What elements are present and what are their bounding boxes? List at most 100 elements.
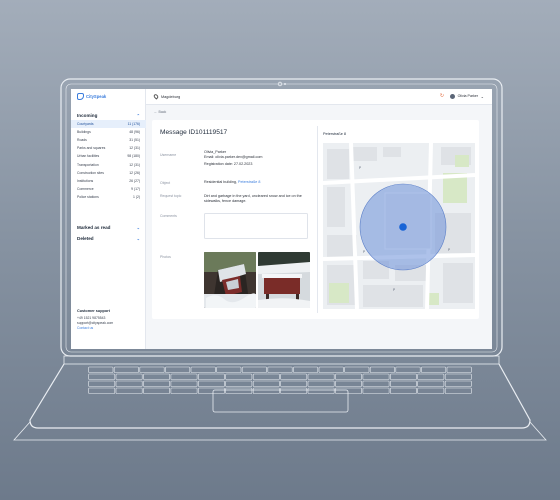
sidebar-item-parks[interactable]: Parks and squares 12 (31) xyxy=(71,144,146,152)
message-card: Message ID101119517 Username Olivia_Park… xyxy=(152,120,479,319)
keyboard-key xyxy=(88,387,116,394)
sidebar-item-commerce[interactable]: Commerce 9 (17) xyxy=(71,185,146,193)
logo-text: CitySpeak xyxy=(86,94,107,99)
keyboard-key xyxy=(444,380,472,387)
svg-text:P: P xyxy=(393,288,395,292)
map-address: Peterstraße 8 xyxy=(323,132,347,136)
keyboard-key xyxy=(88,366,114,373)
keyboard-key xyxy=(417,380,445,387)
keyboard-key xyxy=(267,366,293,373)
category-label: Police stations xyxy=(77,194,99,199)
category-count: 9 (17) xyxy=(131,186,140,191)
user-email: Email: olivia.parker.dev@gmail.com xyxy=(204,154,263,159)
sidebar-item-roads[interactable]: Roads 31 (51) xyxy=(71,136,146,144)
location-map[interactable]: P P P P xyxy=(323,143,475,309)
keyboard-key xyxy=(143,373,171,380)
category-list: Courtyards 11 (176) Buildings 48 (96) Ro… xyxy=(71,120,146,201)
photo-icy-gate[interactable] xyxy=(204,252,256,308)
request-topic-value: Dirt and garbage in the yard, uncleared … xyxy=(204,194,302,203)
location-marker-icon[interactable] xyxy=(399,223,407,231)
keyboard-key xyxy=(362,387,390,394)
category-count: 1 (2) xyxy=(133,194,140,199)
category-count: 12 (31) xyxy=(129,146,140,151)
marked-header[interactable]: Marked as read ⌄ xyxy=(71,222,146,232)
keyboard-key xyxy=(165,366,191,373)
marked-group: Marked as read ⌄ xyxy=(71,222,146,232)
keyboard-key xyxy=(444,387,472,394)
keyboard-key xyxy=(241,366,267,373)
support-title: Customer support xyxy=(77,309,110,313)
category-count: 12 (31) xyxy=(129,162,140,167)
sidebar-item-construction-sites[interactable]: Construction sites 12 (26) xyxy=(71,169,146,177)
keyboard-key xyxy=(170,373,198,380)
top-bar: Magdeburg ↻ Olivia Parker ⌄ xyxy=(146,89,492,105)
keyboard-key xyxy=(225,380,253,387)
photos-label: Photos xyxy=(160,255,171,259)
map-canvas: P P P P xyxy=(323,143,475,309)
request-topic-label: Request topic xyxy=(160,194,182,198)
comments-field[interactable] xyxy=(204,213,308,239)
app-screen: CitySpeak Incoming ⌃ Courtyards 11 (176)… xyxy=(71,89,492,349)
svg-text:P: P xyxy=(359,166,361,170)
location-pin-icon xyxy=(152,93,160,100)
keyboard-key xyxy=(216,366,242,373)
logo-icon xyxy=(77,93,84,100)
keyboard-key xyxy=(225,387,253,394)
deleted-group: Deleted ⌄ xyxy=(71,233,146,243)
sidebar-item-institutions[interactable]: Institutions 26 (27) xyxy=(71,177,146,185)
comments-label: Comments xyxy=(160,214,177,218)
chevron-up-icon: ⌃ xyxy=(136,112,140,118)
refresh-icon[interactable]: ↻ xyxy=(440,93,444,99)
keyboard-key xyxy=(318,366,344,373)
deleted-header[interactable]: Deleted ⌄ xyxy=(71,233,146,243)
keyboard-key xyxy=(88,373,116,380)
contact-us-link[interactable]: Contact us xyxy=(77,326,113,331)
keyboard-key xyxy=(369,366,395,373)
keyboard-key xyxy=(307,373,335,380)
keyboard-key xyxy=(170,380,198,387)
incoming-header[interactable]: Incoming ⌃ xyxy=(71,110,146,120)
back-link[interactable]: ← Back xyxy=(154,110,166,114)
keyboard-key xyxy=(115,373,143,380)
sidebar-item-courtyards[interactable]: Courtyards 11 (176) xyxy=(71,120,146,129)
sidebar-item-police-stations[interactable]: Police stations 1 (2) xyxy=(71,193,146,201)
keyboard-key xyxy=(280,380,308,387)
message-title: Message ID101119517 xyxy=(160,129,228,136)
sidebar-item-buildings[interactable]: Buildings 48 (96) xyxy=(71,128,146,136)
keyboard-key xyxy=(115,387,143,394)
category-label: Transportation xyxy=(77,162,99,167)
keyboard-key xyxy=(335,373,363,380)
sidebar-item-transportation[interactable]: Transportation 12 (31) xyxy=(71,160,146,168)
sidebar-item-urban-facilities[interactable]: Urban facilities 98 (180) xyxy=(71,152,146,160)
keyboard-key xyxy=(344,366,370,373)
keyboard-key xyxy=(335,380,363,387)
object-address-link[interactable]: Peterstraße 8 xyxy=(238,180,260,184)
keyboard-key xyxy=(389,380,417,387)
user-name: Olivia Parker xyxy=(457,94,479,98)
keyboard-key xyxy=(362,380,390,387)
photo-snow-bench[interactable] xyxy=(258,252,310,308)
customer-support: Customer support +49 1521 9875543 suppor… xyxy=(77,309,113,331)
app-logo[interactable]: CitySpeak xyxy=(77,93,106,100)
keyboard-key xyxy=(362,373,390,380)
location-selector[interactable]: Magdeburg xyxy=(152,93,181,100)
sidebar: CitySpeak Incoming ⌃ Courtyards 11 (176)… xyxy=(71,89,146,349)
location-label: Magdeburg xyxy=(161,94,181,99)
top-bar-right: ↻ Olivia Parker ⌄ xyxy=(440,93,484,99)
category-label: Buildings xyxy=(77,130,91,135)
keyboard-key xyxy=(307,387,335,394)
category-count: 98 (180) xyxy=(127,154,140,159)
keyboard-key xyxy=(113,366,139,373)
username-details: Olivia_Parker Email: olivia.parker.dev@g… xyxy=(204,150,312,166)
username-label: Username xyxy=(160,153,177,157)
keyboard-key xyxy=(446,366,472,373)
keyboard-key xyxy=(280,373,308,380)
chevron-down-icon: ⌄ xyxy=(136,224,140,230)
keyboard-key xyxy=(198,380,225,387)
category-label: Construction sites xyxy=(77,170,104,175)
user-menu[interactable]: Olivia Parker ⌄ xyxy=(450,93,484,99)
keyboard-key xyxy=(143,380,171,387)
chevron-down-icon: ⌄ xyxy=(480,93,484,99)
object-value-row: Residential building, Peterstraße 8 xyxy=(204,180,312,185)
keyboard-key xyxy=(198,373,225,380)
